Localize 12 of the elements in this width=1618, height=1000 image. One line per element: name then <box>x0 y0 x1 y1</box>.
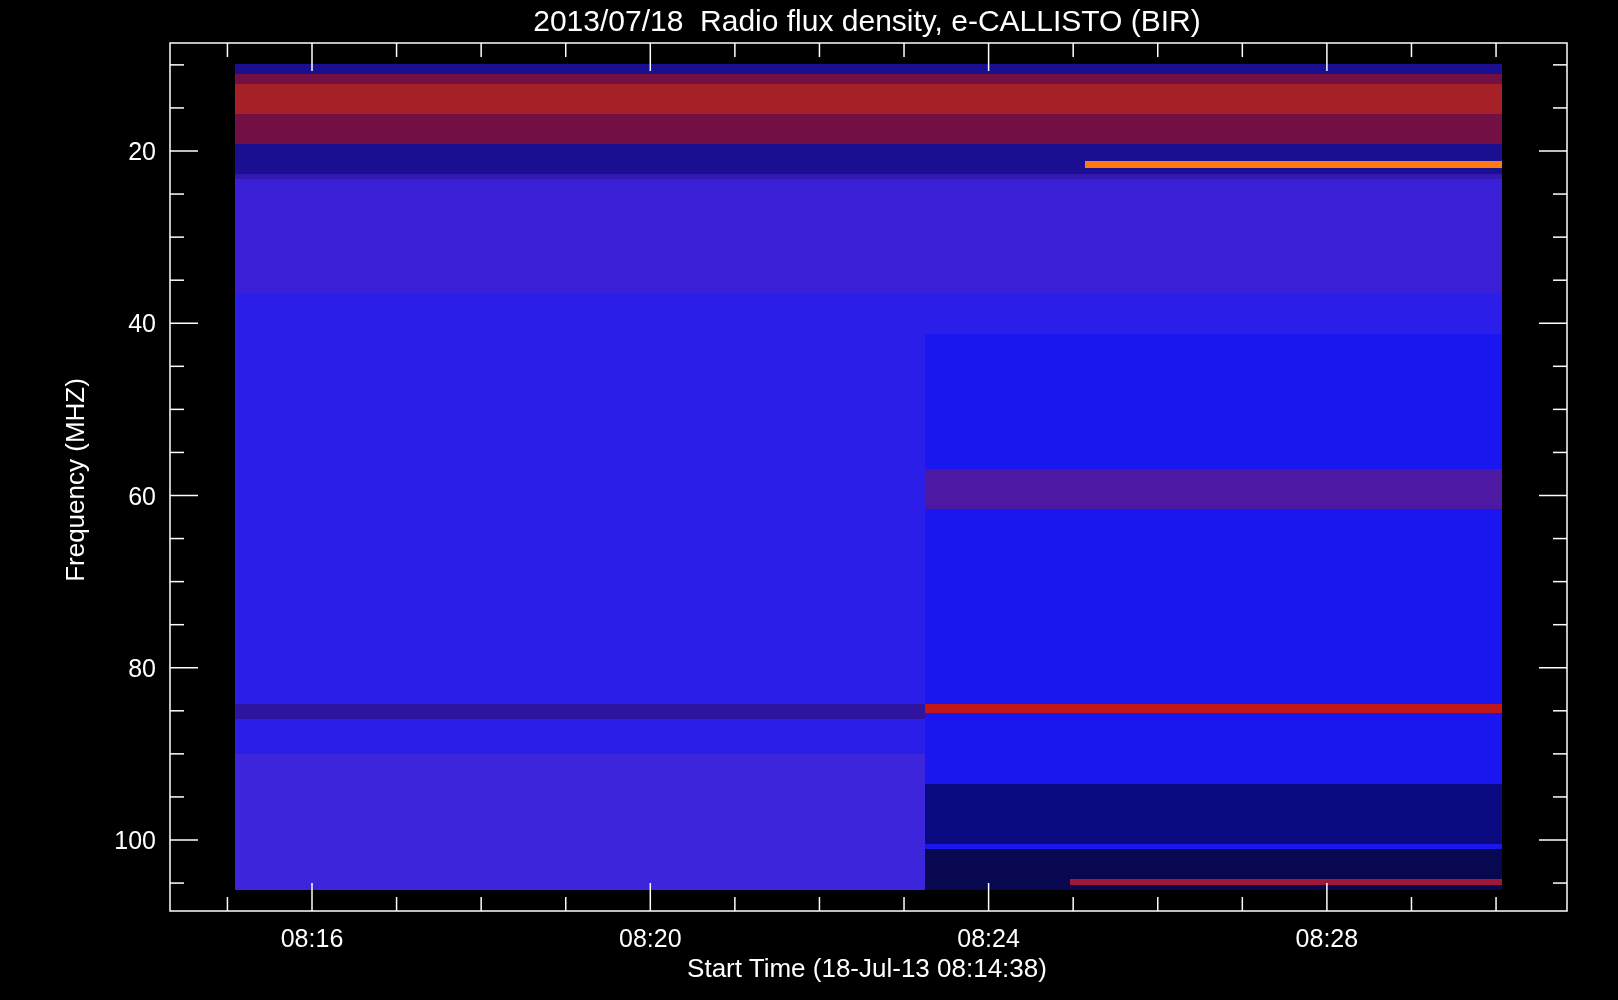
tick-label: 08:16 <box>280 924 344 952</box>
tick-label: 08:28 <box>1295 924 1359 952</box>
tick-label: 80 <box>128 653 156 682</box>
tick-label: 60 <box>128 481 156 510</box>
tick-label: 08:24 <box>957 924 1020 952</box>
axis-label: Start Time (18-Jul-13 08:14:38) <box>687 953 1047 983</box>
tick-label: 40 <box>128 309 156 338</box>
tick-label: 08:20 <box>619 924 682 952</box>
tick-label: 20 <box>128 137 156 165</box>
axis-label: Frequency (MHZ) <box>60 378 90 582</box>
chart-title: 2013/07/18 Radio flux density, e-CALLISTO (BIR) <box>533 4 1201 37</box>
tick-label: 100 <box>114 826 156 854</box>
